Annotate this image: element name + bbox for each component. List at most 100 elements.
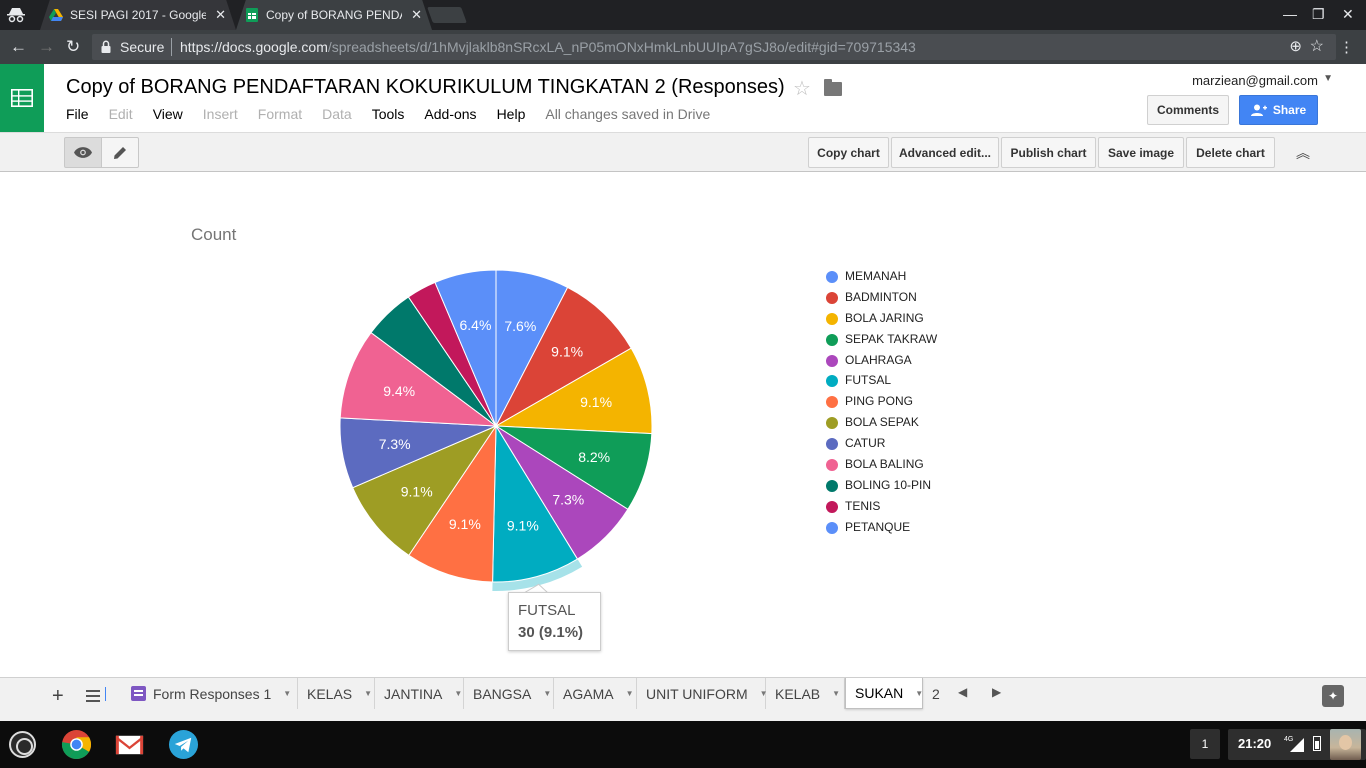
sheet-tab-form-responses[interactable]: Form Responses 1 ▼	[122, 678, 298, 709]
reload-icon[interactable]: ↻	[66, 37, 80, 57]
forward-icon[interactable]: →	[38, 37, 55, 57]
chevron-down-icon[interactable]: ▼	[832, 689, 840, 698]
pie-chart[interactable]: 7.6% 9.1% 9.1% 8.2% 7.3% 9.1% 9.1% 9.1% 7.3% 9.4%…	[0, 172, 1366, 677]
add-sheet-icon[interactable]: +	[52, 685, 64, 708]
gmail-icon[interactable]	[114, 729, 145, 760]
legend-label: FUTSAL	[845, 373, 892, 388]
back-icon[interactable]: ←	[10, 37, 27, 57]
browser-menu-icon[interactable]: ⋮	[1339, 38, 1354, 56]
bookmark-star-icon[interactable]: ☆	[1310, 36, 1324, 56]
legend-label: PING PONG	[845, 394, 914, 409]
legend-label: TENIS	[845, 498, 881, 513]
sheet-tab-unit-uniform[interactable]: UNIT UNIFORM ▼	[637, 678, 768, 709]
folder-icon[interactable]	[824, 79, 842, 96]
status-tray[interactable]: 21:20 4G	[1228, 729, 1366, 760]
user-avatar	[1330, 729, 1361, 760]
menu-view[interactable]: View	[153, 106, 183, 122]
chart-area: 7.6% 9.1% 9.1% 8.2% 7.3% 9.1% 9.1% 9.1% 7.3% 9.4%…	[0, 172, 1366, 677]
browser-tab-sesi-pagi[interactable]: SESI PAGI 2017 - Google ✕	[40, 0, 236, 30]
chevron-down-icon[interactable]: ▼	[626, 689, 634, 698]
collapse-icon[interactable]: ︽	[1287, 137, 1319, 168]
chart-toolbar: Copy chart Advanced edit... Publish char…	[0, 132, 1366, 172]
sheet-tab-label: AGAMA	[563, 685, 614, 702]
pie-slice-label: 9.4%	[383, 383, 415, 399]
copy-chart-button[interactable]: Copy chart	[808, 137, 889, 168]
save-image-button[interactable]: Save image	[1098, 137, 1184, 168]
legend-swatch	[826, 521, 838, 534]
pie-slice-label: 8.2%	[578, 449, 610, 465]
address-bar[interactable]: Secure https://docs.google.com/spreadshe…	[92, 34, 1336, 60]
edit-mode-button[interactable]	[101, 137, 139, 168]
notification-counter[interactable]: 1	[1190, 729, 1220, 759]
chart-title: Count	[191, 225, 237, 244]
sheet-tab-jantina[interactable]: JANTINA ▼	[375, 678, 464, 709]
launcher-icon[interactable]	[9, 731, 36, 758]
url-path: /spreadsheets/d/1hMvjlaklb8nSRcxLA_nP05m…	[327, 39, 916, 55]
star-icon[interactable]: ☆	[793, 76, 811, 101]
sheets-home-button[interactable]	[0, 64, 44, 132]
chevron-down-icon[interactable]: ▼	[915, 689, 923, 698]
zoom-icon[interactable]: ⊕	[1289, 37, 1302, 55]
sheet-tab-kelas[interactable]: KELAS ▼	[298, 678, 375, 709]
legend-swatch	[826, 271, 838, 283]
chevron-down-icon[interactable]: ▼	[283, 689, 291, 698]
telegram-icon[interactable]	[168, 729, 199, 760]
url-host: https://docs.google.com	[180, 39, 328, 55]
chevron-down-icon[interactable]: ▼	[454, 689, 462, 698]
legend-label: SEPAK TAKRAW	[845, 331, 938, 346]
chevron-down-icon[interactable]: ▼	[543, 689, 551, 698]
chrome-icon[interactable]	[61, 729, 92, 760]
tooltip-value: 30 (9.1%)	[518, 624, 584, 641]
view-mode-button[interactable]	[64, 137, 102, 168]
menu-help[interactable]: Help	[497, 106, 526, 122]
menu-format[interactable]: Format	[258, 106, 302, 122]
add-person-icon	[1250, 104, 1267, 116]
all-sheets-icon[interactable]	[86, 690, 100, 702]
delete-chart-button[interactable]: Delete chart	[1186, 137, 1275, 168]
sheet-tab-agama[interactable]: AGAMA ▼	[554, 678, 637, 709]
sheet-tab-bangsa[interactable]: BANGSA ▼	[464, 678, 554, 709]
account-email[interactable]: marziean@gmail.com	[1192, 73, 1318, 88]
legend-label: BADMINTON	[845, 289, 917, 304]
scroll-left-icon[interactable]: ◀	[958, 685, 967, 699]
chevron-down-icon[interactable]: ▼	[364, 689, 372, 698]
lock-icon	[101, 40, 111, 53]
minimize-icon[interactable]: —	[1283, 6, 1297, 22]
clock: 21:20	[1238, 736, 1272, 751]
explore-icon[interactable]: ✦	[1322, 685, 1344, 707]
browser-tab-borang[interactable]: Copy of BORANG PENDA ✕	[236, 0, 432, 30]
document-title[interactable]: Copy of BORANG PENDAFTARAN KOKURIKULUM T…	[66, 76, 785, 99]
menu-insert[interactable]: Insert	[203, 106, 238, 122]
chart-tooltip: FUTSAL 30 (9.1%)	[508, 592, 601, 651]
pencil-icon	[114, 146, 126, 159]
menu-tools[interactable]: Tools	[372, 106, 405, 122]
publish-chart-button[interactable]: Publish chart	[1001, 137, 1096, 168]
sheet-tab-kelab[interactable]: KELAB ▼	[766, 678, 845, 709]
google-sheets-icon	[246, 8, 258, 22]
sheet-tab-label: JANTINA	[384, 685, 443, 702]
advanced-edit-button[interactable]: Advanced edit...	[891, 137, 999, 168]
sheet-tab-sukan[interactable]: SUKAN ▼	[845, 678, 923, 709]
menu-file[interactable]: File	[66, 106, 89, 122]
share-button[interactable]: Share	[1239, 95, 1318, 125]
pie-slice-label: 9.1%	[449, 516, 481, 532]
sheet-tab-2[interactable]: 2	[923, 678, 945, 709]
chevron-down-icon[interactable]: ▼	[1323, 73, 1333, 84]
close-tab-icon[interactable]: ✕	[411, 7, 422, 23]
new-tab-button[interactable]	[427, 7, 467, 23]
pie-slice-label: 9.1%	[401, 484, 433, 500]
restore-icon[interactable]: ❐	[1312, 6, 1325, 23]
menu-data[interactable]: Data	[322, 106, 352, 122]
google-drive-icon	[49, 9, 63, 21]
close-window-icon[interactable]: ✕	[1342, 6, 1354, 23]
close-tab-icon[interactable]: ✕	[215, 7, 226, 23]
menu-addons[interactable]: Add-ons	[424, 106, 476, 122]
tooltip-label: FUTSAL	[518, 602, 576, 619]
menu-edit[interactable]: Edit	[109, 106, 133, 122]
legend-swatch	[826, 500, 838, 513]
scroll-right-icon[interactable]: ▶	[992, 685, 1001, 699]
comments-button[interactable]: Comments	[1147, 95, 1229, 125]
pie-slice-label: 9.1%	[580, 394, 612, 410]
battery-icon	[1313, 736, 1321, 751]
eye-icon	[74, 147, 92, 158]
